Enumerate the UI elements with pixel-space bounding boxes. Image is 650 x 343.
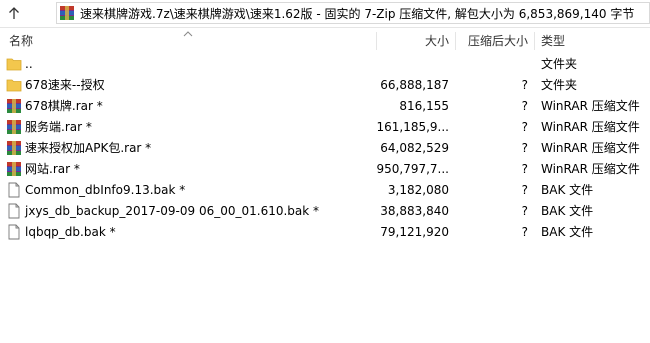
item-packed-size: ? — [521, 162, 528, 176]
list-item[interactable]: 678速来--授权 66,888,187 ? 文件夹 — [0, 75, 650, 96]
item-name: 678速来--授权 — [25, 78, 105, 92]
item-name: 678棋牌.rar * — [25, 99, 103, 113]
folder-icon — [6, 79, 22, 92]
item-packed-size: ? — [521, 120, 528, 134]
item-type: WinRAR 压缩文件 — [541, 120, 640, 134]
list-item[interactable]: 速来授权加APK包.rar * 64,082,529 ? WinRAR 压缩文件 — [0, 138, 650, 159]
item-name: lqbqp_db.bak * — [25, 225, 116, 239]
file-icon — [8, 203, 20, 219]
file-icon — [8, 224, 20, 240]
item-name: Common_dbInfo9.13.bak * — [25, 183, 186, 197]
winrar-archive-icon — [60, 6, 74, 20]
winrar-archive-icon — [7, 141, 21, 155]
item-type: WinRAR 压缩文件 — [541, 141, 640, 155]
list-item[interactable]: lqbqp_db.bak * 79,121,920 ? BAK 文件 — [0, 222, 650, 243]
item-packed-size: ? — [521, 141, 528, 155]
item-packed-size: ? — [521, 99, 528, 113]
item-packed-size: ? — [521, 225, 528, 239]
folder-icon — [6, 58, 22, 71]
item-type: BAK 文件 — [541, 225, 594, 239]
item-type: 文件夹 — [541, 57, 578, 71]
winrar-archive-icon — [7, 99, 21, 113]
item-name: 网站.rar * — [25, 162, 80, 176]
item-size: 66,888,187 — [380, 78, 449, 92]
item-name: 服务端.rar * — [25, 120, 92, 134]
item-name: .. — [25, 57, 33, 71]
column-type[interactable]: 类型 — [541, 30, 565, 52]
list-item[interactable]: jxys_db_backup_2017-09-09 06_00_01.610.b… — [0, 201, 650, 222]
column-divider[interactable] — [455, 32, 456, 50]
item-packed-size: ? — [521, 78, 528, 92]
item-name: jxys_db_backup_2017-09-09 06_00_01.610.b… — [25, 204, 320, 218]
sort-ascending-icon — [183, 31, 193, 37]
up-arrow-icon — [9, 7, 19, 19]
item-size: 38,883,840 — [380, 204, 449, 218]
column-size[interactable]: 大小 — [425, 30, 449, 52]
list-item[interactable]: 678棋牌.rar * 816,155 ? WinRAR 压缩文件 — [0, 96, 650, 117]
column-divider[interactable] — [376, 32, 377, 50]
item-size: 79,121,920 — [380, 225, 449, 239]
item-packed-size: ? — [521, 183, 528, 197]
column-packed-size[interactable]: 压缩后大小 — [468, 30, 528, 52]
list-item[interactable]: Common_dbInfo9.13.bak * 3,182,080 ? BAK … — [0, 180, 650, 201]
list-item[interactable]: 网站.rar * 950,797,7... ? WinRAR 压缩文件 — [0, 159, 650, 180]
winrar-archive-icon — [7, 162, 21, 176]
item-type: BAK 文件 — [541, 183, 594, 197]
item-type: 文件夹 — [541, 78, 578, 92]
item-size: 3,182,080 — [387, 183, 449, 197]
item-type: WinRAR 压缩文件 — [541, 99, 640, 113]
winrar-archive-icon — [7, 120, 21, 134]
column-divider[interactable] — [534, 32, 535, 50]
item-type: BAK 文件 — [541, 204, 594, 218]
item-size: 64,082,529 — [380, 141, 449, 155]
list-item[interactable]: .. 文件夹 — [0, 54, 650, 75]
item-size: 950,797,7... — [376, 162, 449, 176]
path-bar: 速来棋牌游戏.7z\速来棋牌游戏\速来1.62版 - 固实的 7-Zip 压缩文… — [0, 0, 650, 28]
archive-path: 速来棋牌游戏.7z\速来棋牌游戏\速来1.62版 - 固实的 7-Zip 压缩文… — [80, 7, 635, 21]
column-header: 名称 大小 压缩后大小 类型 — [0, 30, 650, 52]
list-item[interactable]: 服务端.rar * 161,185,9... ? WinRAR 压缩文件 — [0, 117, 650, 138]
item-size: 161,185,9... — [376, 120, 449, 134]
column-name[interactable]: 名称 — [9, 30, 33, 52]
item-size: 816,155 — [399, 99, 449, 113]
item-name: 速来授权加APK包.rar * — [25, 141, 152, 155]
item-packed-size: ? — [521, 204, 528, 218]
item-type: WinRAR 压缩文件 — [541, 162, 640, 176]
file-icon — [8, 182, 20, 198]
up-folder-button[interactable] — [4, 3, 24, 23]
